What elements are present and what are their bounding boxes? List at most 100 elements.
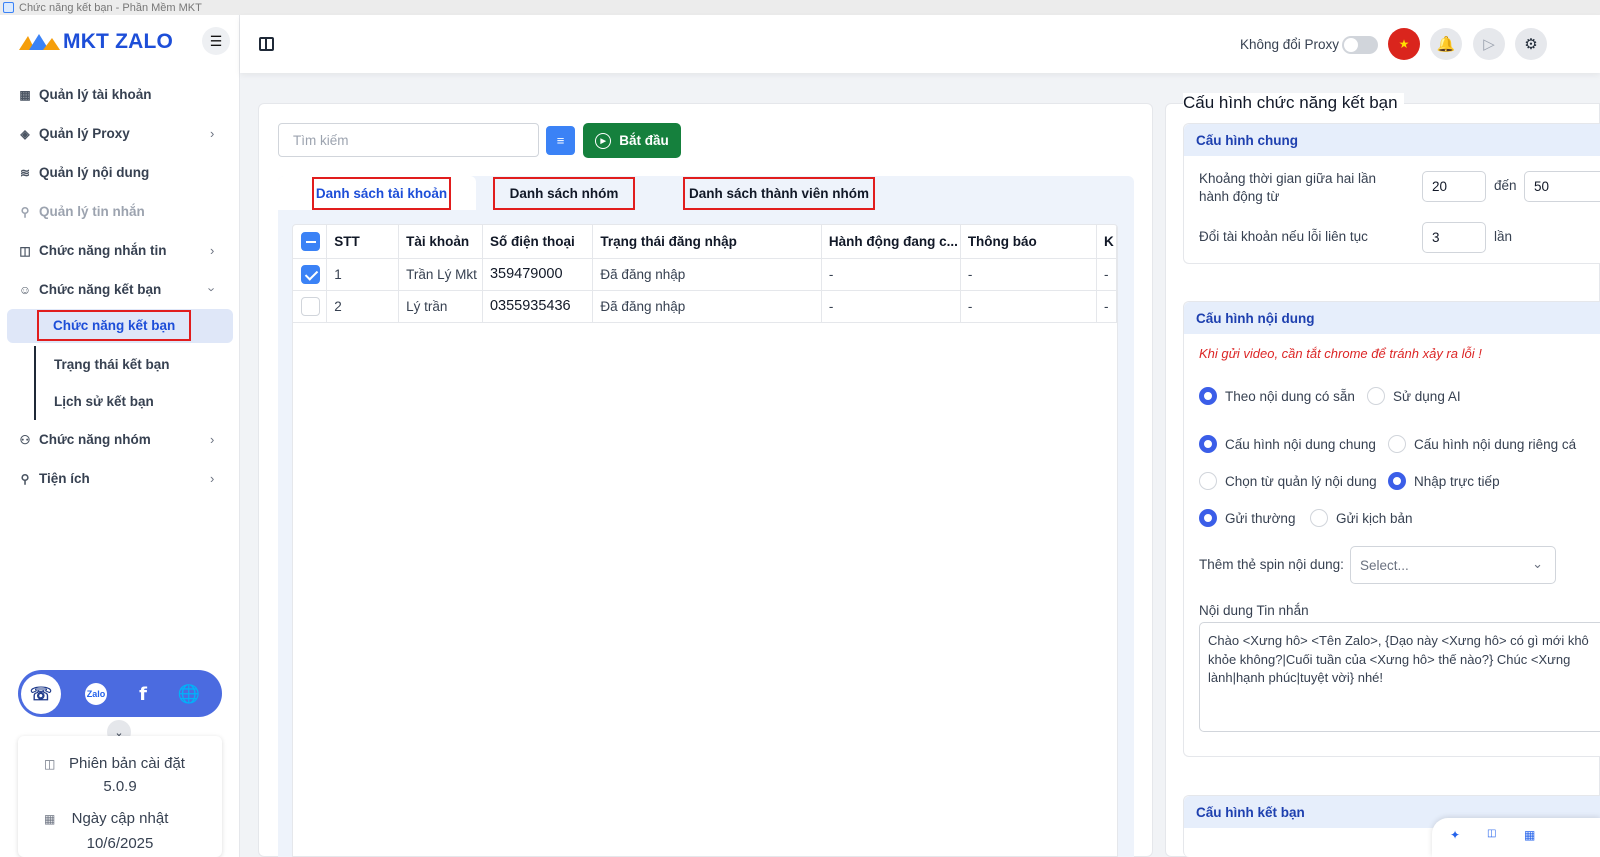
radio-dot [1199,435,1217,453]
radio-dot [1367,387,1385,405]
chevron-right-icon: › [210,471,215,486]
video-warning: Khi gửi video, cần tắt chrome để tránh x… [1199,346,1482,361]
search-icon: ⚲ [20,204,30,219]
table-row[interactable]: 2 Lý trần 0355935436 Đã đăng nhập - - - [293,290,1117,323]
tab-group-list[interactable]: Danh sách nhóm [493,177,635,210]
sidebar-item-groups[interactable]: ⚇ Chức năng nhóm › [0,420,240,459]
play-circle-icon[interactable]: ▷ [1473,28,1505,60]
radio-available-content[interactable]: Theo nội dung có sẵn [1199,387,1355,405]
cell-phone: 0355935436 [482,290,594,323]
radio-dot [1388,472,1406,490]
radio-common-content[interactable]: Cấu hình nội dung chung [1199,435,1376,453]
support-icon[interactable]: ☏ [21,674,61,714]
column-header[interactable]: Hành động đang c... [821,225,961,259]
gear-icon[interactable]: ⚙ [1515,28,1547,60]
cell-notification: - [960,290,1098,323]
radio-dot [1199,509,1217,527]
content-icon: ≋ [19,165,31,180]
radio-dot [1388,435,1406,453]
layout-toggle-icon[interactable] [259,37,274,51]
sidebar-item-messaging[interactable]: ◫ Chức năng nhắn tin › [0,231,240,270]
interval-from-input[interactable]: 20 [1422,171,1486,202]
radio-use-ai[interactable]: Sử dụng AI [1367,387,1461,405]
tab-group-member-list[interactable]: Danh sách thành viên nhóm [683,177,875,210]
start-button-label: Bắt đầu [619,133,669,148]
chevron-right-icon: › [210,432,215,447]
sidebar-subitem-add-friend[interactable]: Chức năng kết bạn [7,309,240,346]
select-all-cell [293,225,328,259]
layers-icon: ◈ [20,126,30,141]
zalo-icon[interactable]: Zalo [76,674,116,714]
radio-label: Cấu hình nội dung riêng cá [1414,436,1577,452]
chevron-down-icon: › [204,287,220,292]
globe-icon[interactable]: 🌐 [169,674,209,714]
menu-toggle-button[interactable]: ☰ [202,27,230,55]
column-header[interactable]: K [1096,225,1117,259]
start-button[interactable]: ▶ Bắt đầu [583,123,681,158]
chevron-down-icon: ⌄ [1532,556,1543,571]
sidebar-item-accounts[interactable]: ▦ Quản lý tài khoản [0,75,240,114]
radio-send-normal[interactable]: Gửi thường [1199,509,1295,527]
table-row[interactable]: 1 Trần Lý Mkt 359479000 Đã đăng nhập - -… [293,258,1117,291]
sidebar-submenu: Chức năng kết bạn Trạng thái kết bạn Lịc… [0,309,240,420]
runner-icon[interactable]: ✦ [1450,828,1460,842]
column-header[interactable]: STT [326,225,400,259]
sidebar-item-content[interactable]: ≋ Quản lý nội dung [0,153,240,192]
zalo-text: Zalo [85,683,107,705]
filter-icon: ≡ [556,133,565,148]
switch-account-input[interactable]: 3 [1422,222,1486,253]
window-icon[interactable]: ▦ [1524,828,1535,842]
radio-label: Nhập trực tiếp [1414,473,1500,489]
search-input[interactable] [278,123,539,157]
interval-to-input[interactable]: 50 [1524,171,1600,202]
cell-phone: 359479000 [482,258,594,291]
select-all-checkbox[interactable] [301,231,320,251]
cell-current-action: - [821,290,961,323]
vietnam-flag-icon[interactable]: ★ [1388,28,1420,60]
spin-tag-label: Thêm thẻ spin nội dung: [1199,557,1344,572]
section-header: Cấu hình chung [1184,124,1600,156]
radio-dot [1310,509,1328,527]
sidebar-subitem-friend-history[interactable]: Lịch sử kết bạn [34,383,240,420]
update-value: 10/6/2025 [86,835,154,852]
radio-send-script[interactable]: Gửi kịch bản [1310,509,1413,527]
facebook-icon[interactable]: f [123,674,163,714]
filter-button[interactable]: ≡ [546,126,575,155]
proxy-toggle[interactable] [1342,36,1378,54]
window-titlebar: Chức năng kết bạn - Phần Mềm MKT [0,0,1600,15]
sidebar-item-utilities[interactable]: ⚲ Tiện ích › [0,459,240,498]
accounts-table: STT Tài khoản Số điện thoại Trạng thái đ… [292,224,1118,857]
bell-icon[interactable]: 🔔 [1430,28,1462,60]
radio-dot [1199,387,1217,405]
cell-account: Trần Lý Mkt [398,258,483,291]
zalo-small-icon[interactable]: ◫ [1487,828,1496,839]
spin-tag-select[interactable]: Select... ⌄ [1350,546,1556,584]
sidebar-item-add-friend[interactable]: ☺ Chức năng kết bạn › [0,270,240,309]
radio-direct-input[interactable]: Nhập trực tiếp [1388,472,1500,490]
column-header[interactable]: Trạng thái đăng nhập [592,225,822,259]
radio-label: Gửi kịch bản [1336,510,1413,526]
version-card: ◫ Phiên bản cài đặt 5.0.9 ▦ Ngày cập nhậ… [18,736,222,857]
sidebar-subitem-friend-status[interactable]: Trạng thái kết bạn [34,346,240,383]
column-header[interactable]: Số điện thoại [482,225,594,259]
radio-from-content-manager[interactable]: Chọn từ quản lý nội dung [1199,472,1377,490]
cell-current-action: - [821,258,961,291]
radio-label: Cấu hình nội dung chung [1225,436,1376,452]
sidebar-item-label: Tiện ích [39,471,90,486]
sidebar-item-messages[interactable]: ⚲ Quản lý tin nhắn [0,192,240,231]
message-textarea[interactable]: Chào <Xưng hô> <Tên Zalo>, {Dạo này <Xưn… [1199,622,1600,732]
column-header[interactable]: Tài khoản [398,225,483,259]
social-bar: ☏ Zalo f 🌐 [18,670,222,717]
radio-individual-content[interactable]: Cấu hình nội dung riêng cá [1388,435,1576,453]
row-checkbox[interactable] [301,264,320,284]
tab-account-list[interactable]: Danh sách tài khoản [312,177,451,210]
cell-login-status: Đã đăng nhập [592,258,822,291]
sidebar-item-proxy[interactable]: ◈ Quản lý Proxy › [0,114,240,153]
config-title: Cấu hình chức năng kết bạn [1183,93,1404,113]
message-label: Nội dung Tin nhắn [1199,603,1309,618]
cell-stt: 2 [326,290,400,323]
column-header[interactable]: Thông báo [960,225,1098,259]
row-checkbox[interactable] [301,296,320,316]
radio-label: Sử dụng AI [1393,388,1461,404]
window-title: Chức năng kết bạn - Phần Mềm MKT [19,1,202,14]
